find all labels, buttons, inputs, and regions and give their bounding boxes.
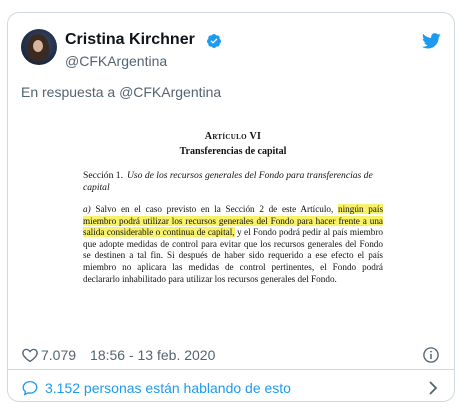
like-count[interactable]: 7.079: [41, 347, 76, 363]
author-handle[interactable]: @CFKArgentina: [65, 53, 167, 69]
info-icon[interactable]: [422, 346, 440, 364]
paragraph-lead: a): [83, 204, 91, 214]
section-title: Uso de los recursos generales del Fondo …: [83, 170, 373, 193]
chevron-right-icon: [429, 381, 438, 395]
conversation-link[interactable]: 3.152 personas están hablando de esto: [21, 376, 441, 400]
verified-badge-icon: [206, 34, 221, 48]
heart-icon[interactable]: [21, 346, 39, 364]
avatar-face: [33, 40, 43, 52]
document-section: Sección 1. Uso de los recursos generales …: [83, 170, 383, 194]
speech-bubble-icon: [22, 380, 38, 396]
reply-prefix: En respuesta a: [21, 84, 116, 100]
reply-context: En respuesta a @CFKArgentina: [21, 84, 221, 100]
avatar[interactable]: [21, 29, 57, 65]
tweet-card: Cristina Kirchner @CFKArgentina En respu…: [7, 12, 455, 402]
conversation-count-text: 3.152 personas están hablando de esto: [45, 380, 291, 396]
document-paragraph: a) Salvo en el caso previsto en la Secci…: [83, 204, 384, 285]
tweet-media-image[interactable]: Artículo VI Transferencias de capital Se…: [21, 111, 441, 327]
reply-mention-link[interactable]: @CFKArgentina: [119, 84, 221, 100]
author-display-name[interactable]: Cristina Kirchner: [65, 31, 195, 49]
document-subheading: Transferencias de capital: [179, 146, 287, 157]
divider: [8, 369, 454, 370]
tweet-meta: 7.079 18:56 - 13 feb. 2020: [21, 346, 215, 364]
document-heading: Artículo VI: [204, 131, 262, 142]
twitter-icon[interactable]: [422, 33, 441, 49]
paragraph-text-before: Salvo en el caso previsto en la Sección …: [95, 204, 334, 214]
tweet-timestamp[interactable]: 18:56 - 13 feb. 2020: [90, 347, 215, 363]
section-label: Sección 1.: [83, 170, 123, 181]
